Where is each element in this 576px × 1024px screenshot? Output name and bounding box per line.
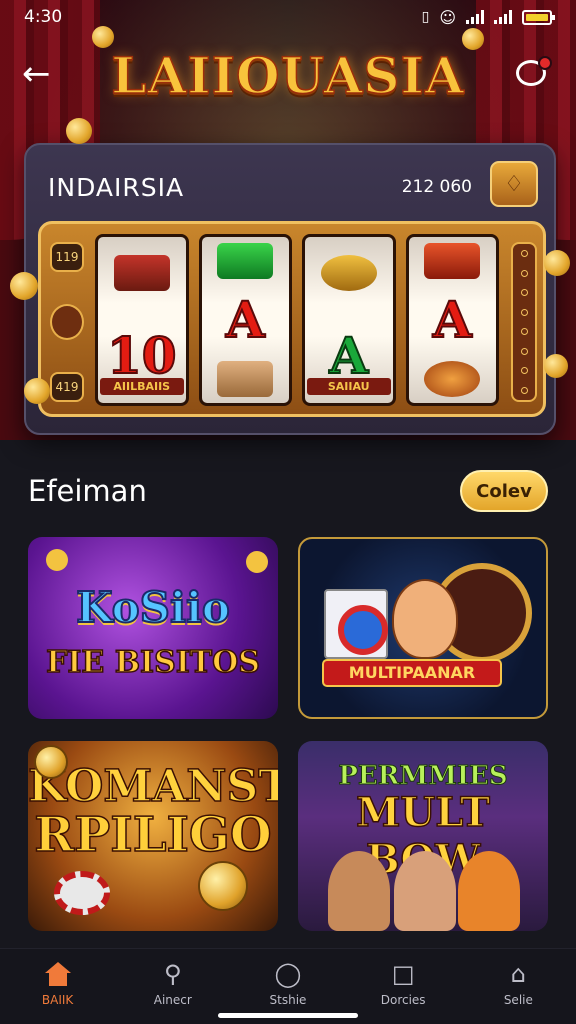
slot-side-panel-left: 119 419 xyxy=(47,242,87,402)
notification-badge xyxy=(538,56,552,70)
bottom-navigation: BAIIK ⚲ Ainecr ◯ Stshie □ Dorcies ⌂ Seli… xyxy=(0,948,576,1024)
alarm-icon: ▯ xyxy=(421,9,430,25)
game-title: MULTIPAANAR xyxy=(322,659,502,687)
home-indicator xyxy=(218,1013,358,1018)
slot-machine: 119 419 10 AIILBAIIS A A SAIIAU A xyxy=(38,221,546,417)
nav-label: Stshie xyxy=(269,993,307,1007)
status-bar: 4:30 ▯ ☺ xyxy=(0,0,576,34)
slot-reels: 10 AIILBAIIS A A SAIIAU A xyxy=(95,234,499,406)
side-badge-bottom: 419 xyxy=(50,372,84,402)
game-subtitle: FIE BISITOS xyxy=(45,644,260,681)
coin-icon xyxy=(544,250,570,276)
character-avatar xyxy=(392,579,458,659)
coin-icon xyxy=(34,745,68,779)
game-subtitle: RPILIGO xyxy=(34,806,273,864)
balance-value: 212 060 xyxy=(401,177,472,197)
home-icon xyxy=(44,962,71,986)
game-tile[interactable]: KoSiio FIE BISITOS xyxy=(28,537,278,719)
reel-symbol-main: A xyxy=(225,289,266,350)
slot-machine-card[interactable]: INDAIRSIA 212 060 ♢ 119 419 10 AIILBAIIS… xyxy=(24,143,556,435)
game-title: KoSiio xyxy=(75,582,231,633)
nav-item-store[interactable]: ⌂ Selie xyxy=(468,959,568,1007)
character-avatar xyxy=(328,851,390,931)
star-icon xyxy=(46,549,68,571)
status-time: 4:30 xyxy=(24,7,63,27)
compass-icon: ◯ xyxy=(274,960,302,988)
coin-icon xyxy=(24,378,50,404)
slot-side-panel-right xyxy=(511,242,537,402)
document-icon: □ xyxy=(391,960,415,988)
app-header: ← LAIIOUASIA xyxy=(0,40,576,110)
slot-emblem-icon xyxy=(50,304,84,340)
reel-symbol-top xyxy=(217,242,274,279)
search-icon: ⚲ xyxy=(163,960,182,988)
section-title: Efeiman xyxy=(28,474,147,508)
reel-label: AIILBAIIS xyxy=(100,378,184,395)
nav-item-search[interactable]: ⚲ Ainecr xyxy=(123,959,223,1007)
game-title: PERMMIES xyxy=(338,761,508,792)
coin-icon xyxy=(10,272,38,300)
star-icon xyxy=(246,551,268,573)
reel-symbol-main: A xyxy=(328,325,369,386)
wallet-button[interactable]: ♢ xyxy=(490,161,538,207)
slot-reel: A xyxy=(198,234,292,406)
chat-button[interactable] xyxy=(516,56,552,90)
reel-label: SAIIAU xyxy=(307,378,391,395)
coin-icon xyxy=(66,118,92,144)
poker-chip-icon xyxy=(54,871,110,915)
store-icon: ⌂ xyxy=(510,960,526,988)
nav-item-home[interactable]: BAIIK xyxy=(8,959,108,1007)
game-tile[interactable]: PERMMIES MULT BOW xyxy=(298,741,548,931)
character-avatar xyxy=(394,851,456,931)
signal-icon xyxy=(494,10,512,24)
content-background xyxy=(0,440,576,1024)
coin-icon xyxy=(198,861,248,911)
tiger-avatar xyxy=(458,851,520,931)
status-icons: ▯ ☺ xyxy=(421,7,555,27)
reel-symbol-main: 10 xyxy=(106,325,178,386)
battery-icon xyxy=(522,9,555,25)
reel-symbol-top xyxy=(424,242,481,279)
coin-icon xyxy=(544,354,568,378)
reel-symbol-bottom xyxy=(217,361,274,398)
reel-symbol-top xyxy=(113,254,170,291)
side-badge-top: 119 xyxy=(50,242,84,272)
game-tile[interactable]: MULTIPAANAR xyxy=(298,537,548,719)
slot-title: INDAIRSIA xyxy=(48,173,185,202)
reel-symbol-bottom xyxy=(424,361,481,398)
nav-label: Dorcies xyxy=(380,993,426,1007)
reel-symbol-main: A xyxy=(432,289,473,350)
signal-icon xyxy=(466,10,484,24)
wallet-icon: ♢ xyxy=(504,171,524,197)
nav-item-explore[interactable]: ◯ Stshie xyxy=(238,959,338,1007)
reel-symbol-top xyxy=(320,254,377,291)
nav-item-documents[interactable]: □ Dorcies xyxy=(353,959,453,1007)
slot-reel: A SAIIAU xyxy=(302,234,396,406)
nav-label: BAIIK xyxy=(41,993,74,1007)
game-tile[interactable]: KOMANST RPILIGO xyxy=(28,741,278,931)
nav-label: Ainecr xyxy=(153,993,192,1007)
card-icon xyxy=(324,589,388,659)
wifi-icon: ☺ xyxy=(439,7,456,27)
app-logo: LAIIOUASIA xyxy=(111,45,465,106)
nav-label: Selie xyxy=(503,993,533,1007)
slot-reel: A xyxy=(405,234,499,406)
slot-reel: 10 AIILBAIIS xyxy=(95,234,189,406)
view-more-button[interactable]: Colev xyxy=(460,470,548,512)
